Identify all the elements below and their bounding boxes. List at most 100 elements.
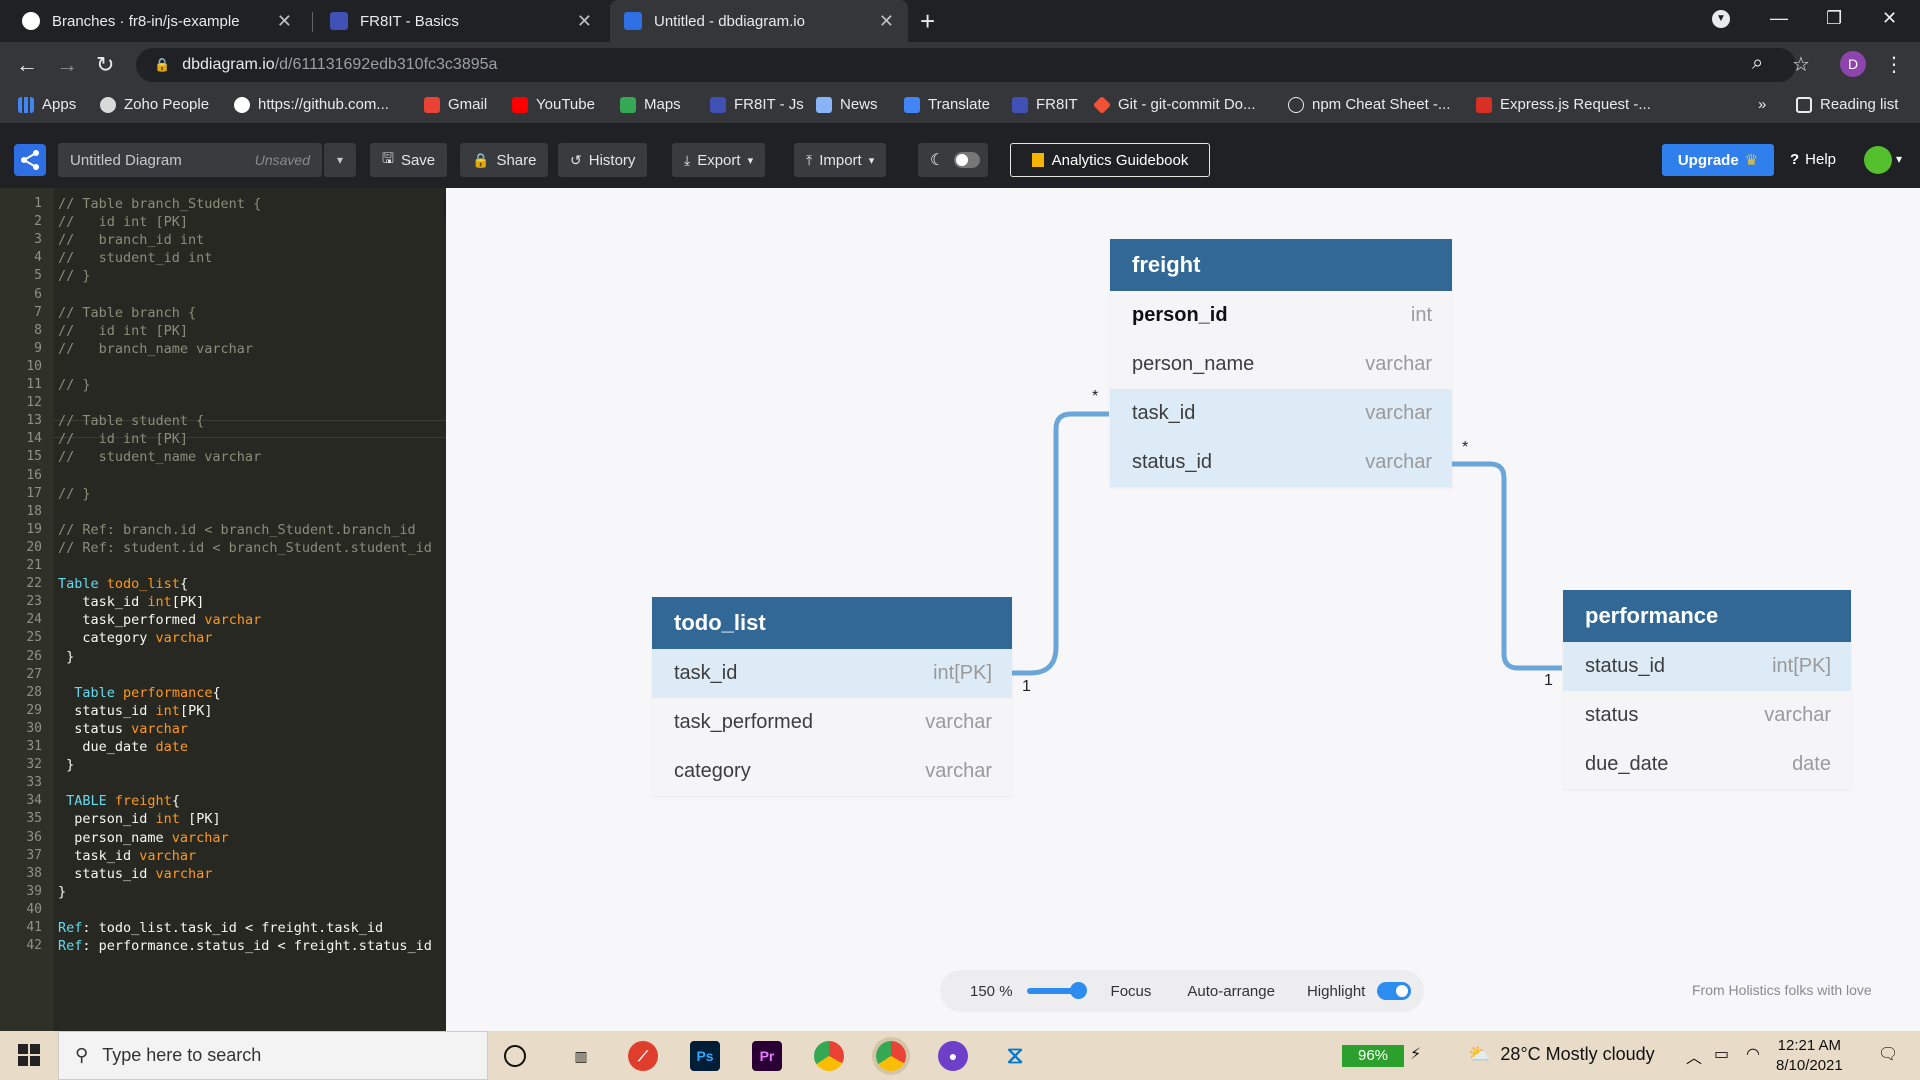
back-icon[interactable]: ← — [16, 52, 38, 78]
tab-github-branches[interactable]: Branches · fr8-in/js-example ✕ — [8, 0, 306, 42]
help-button[interactable]: ? Help — [1790, 151, 1836, 168]
share-button[interactable]: 🔒 Share — [460, 143, 549, 177]
reading-list[interactable]: Reading list — [1796, 96, 1898, 113]
field-row[interactable]: status varchar — [1563, 691, 1851, 740]
chevron-up-icon[interactable]: ︿ — [1686, 1044, 1702, 1068]
close-tab-icon[interactable]: ✕ — [277, 11, 292, 32]
field-type: varchar — [1365, 451, 1432, 473]
github-icon — [22, 12, 40, 30]
chevron-down-icon[interactable]: ▾ — [324, 143, 356, 177]
forward-icon[interactable]: → — [56, 52, 78, 78]
windows-start-icon[interactable] — [18, 1044, 40, 1066]
close-tab-icon[interactable]: ✕ — [577, 11, 592, 32]
zoom-slider[interactable] — [1026, 982, 1087, 999]
history-button[interactable]: ↺ History — [558, 143, 648, 177]
code-line: // student_id int — [58, 250, 213, 267]
export-button[interactable]: ⤓ Export ▾ — [672, 143, 766, 177]
notifications-icon[interactable]: 🗨 — [1878, 1044, 1898, 1064]
reload-icon[interactable]: ↻ — [96, 52, 114, 78]
user-avatar[interactable] — [1864, 146, 1892, 174]
field-row[interactable]: person_id int — [1110, 291, 1452, 340]
highlight-toggle[interactable] — [1377, 982, 1412, 1000]
bookmark-fr8it-js[interactable]: FR8IT - Js — [710, 96, 804, 113]
restore-icon[interactable]: ❐ — [1826, 8, 1842, 29]
photoshop-icon[interactable]: Ps — [690, 1041, 720, 1071]
bookmark-youtube[interactable]: YouTube — [512, 96, 595, 113]
cardinality-one: 1 — [1022, 678, 1031, 695]
chrome-profile-icon[interactable] — [876, 1041, 906, 1071]
bookmark-star-icon[interactable]: ☆ — [1792, 52, 1810, 77]
profile-avatar[interactable]: D — [1840, 51, 1866, 77]
bookmark-apps[interactable]: Apps — [18, 96, 76, 113]
bookmark-label: FR8IT — [1036, 96, 1078, 113]
line-number: 8 — [34, 322, 42, 338]
code-editor[interactable]: 1 2 3 4 5 6 7 8 9 10 11 12 13 14 15 16 17 18 19 20 21 22 23 24 2… — [0, 188, 446, 1031]
close-window-icon[interactable]: ✕ — [1882, 8, 1897, 29]
minimize-icon[interactable]: — — [1770, 8, 1788, 29]
field-row[interactable]: task_performed varchar — [652, 698, 1012, 747]
tab-dbdiagram[interactable]: Untitled - dbdiagram.io ✕ — [610, 0, 908, 42]
diagram-name-field[interactable]: Untitled Diagram Unsaved — [58, 143, 322, 177]
field-row[interactable]: status_id int[PK] — [1563, 642, 1851, 691]
field-row[interactable]: category varchar — [652, 747, 1012, 796]
field-type: varchar — [1365, 402, 1432, 424]
vscode-icon[interactable]: ⧖ — [1000, 1041, 1030, 1071]
bookmark-fr8it[interactable]: FR8IT — [1012, 96, 1078, 113]
bookmark-git-commit[interactable]: Git - git-commit Do... — [1092, 95, 1256, 114]
field-row[interactable]: status_id varchar — [1110, 438, 1452, 487]
bookmark-github[interactable]: https://github.com... — [234, 96, 389, 113]
bookmark-npm[interactable]: npm Cheat Sheet -... — [1288, 96, 1450, 113]
github-desktop-icon[interactable]: ● — [938, 1041, 968, 1071]
reading-list-label: Reading list — [1820, 96, 1899, 113]
close-tab-icon[interactable]: ✕ — [879, 11, 894, 32]
dark-mode-toggle[interactable]: ☾ — [918, 143, 988, 177]
bookmark-maps[interactable]: Maps — [620, 96, 681, 113]
bookmark-gmail[interactable]: Gmail — [424, 96, 487, 113]
dbdiagram-logo[interactable] — [14, 144, 46, 176]
tab-fr8it-basics[interactable]: FR8IT - Basics ✕ — [316, 0, 606, 42]
diagram-canvas[interactable]: freight person_id int person_name varchar … — [446, 188, 1920, 1031]
field-row[interactable]: task_id varchar — [1110, 389, 1452, 438]
import-button[interactable]: ⤒ Import ▾ — [794, 143, 887, 177]
clock[interactable]: 12:21 AM 8/10/2021 — [1776, 1036, 1843, 1076]
field-row[interactable]: task_id int[PK] — [652, 649, 1012, 698]
taskbar-search-input[interactable]: ⚲ Type here to search — [58, 1031, 488, 1080]
chevron-down-icon[interactable]: ▾ — [1896, 152, 1902, 166]
bookmark-translate[interactable]: Translate — [904, 96, 990, 113]
field-row[interactable]: person_name varchar — [1110, 340, 1452, 389]
tab-search-icon[interactable]: ▼ — [1712, 10, 1730, 28]
menu-icon[interactable]: ⋮ — [1884, 52, 1904, 77]
bookmark-zoho[interactable]: Zoho People — [100, 96, 209, 113]
table-performance[interactable]: performance status_id int[PK] status varch… — [1563, 590, 1851, 789]
git-app-icon[interactable]: ⟋ — [628, 1041, 658, 1071]
table-freight[interactable]: freight person_id int person_name varchar … — [1110, 239, 1452, 487]
view-controls: 150 % Focus Auto-arrange Highlight — [940, 970, 1424, 1012]
table-todo-list[interactable]: todo_list task_id int[PK] task_performed v… — [652, 597, 1012, 796]
battery-icon[interactable]: ▭ — [1714, 1044, 1729, 1064]
line-number: 42 — [26, 938, 42, 954]
new-tab-icon[interactable]: + — [920, 6, 935, 37]
task-view-icon[interactable]: ▥ — [566, 1041, 596, 1071]
bookmark-express[interactable]: Express.js Request -... — [1476, 96, 1651, 113]
save-button[interactable]: 🖫 Save — [370, 143, 448, 177]
premiere-icon[interactable]: Pr — [752, 1041, 782, 1071]
code-line: // Table student { — [58, 413, 205, 430]
chrome-icon[interactable] — [814, 1041, 844, 1071]
zoom-icon[interactable]: ⌕ — [1752, 52, 1763, 75]
code-line: // branch_name varchar — [58, 340, 254, 357]
wifi-icon[interactable]: ◠ — [1746, 1044, 1760, 1064]
field-name: status — [1585, 704, 1639, 726]
bookmarks-overflow[interactable]: » — [1758, 96, 1766, 113]
address-bar[interactable]: 🔒 dbdiagram.io/d/611131692edb310fc3c3895… — [136, 48, 1796, 82]
line-number: 1 — [34, 196, 42, 211]
weather-widget[interactable]: ⛅ 28°C Mostly cloudy — [1468, 1044, 1655, 1065]
cortana-icon[interactable] — [504, 1045, 526, 1067]
analytics-guidebook-button[interactable]: Analytics Guidebook — [1010, 143, 1210, 177]
focus-button[interactable]: Focus — [1111, 983, 1152, 1000]
bookmark-news[interactable]: News — [816, 96, 878, 113]
upgrade-button[interactable]: Upgrade ♛ — [1662, 144, 1774, 176]
field-name: task_id — [1132, 402, 1196, 424]
auto-arrange-button[interactable]: Auto-arrange — [1187, 983, 1275, 1000]
field-row[interactable]: due_date date — [1563, 740, 1851, 789]
ref-performance-to-freight — [1451, 461, 1562, 671]
